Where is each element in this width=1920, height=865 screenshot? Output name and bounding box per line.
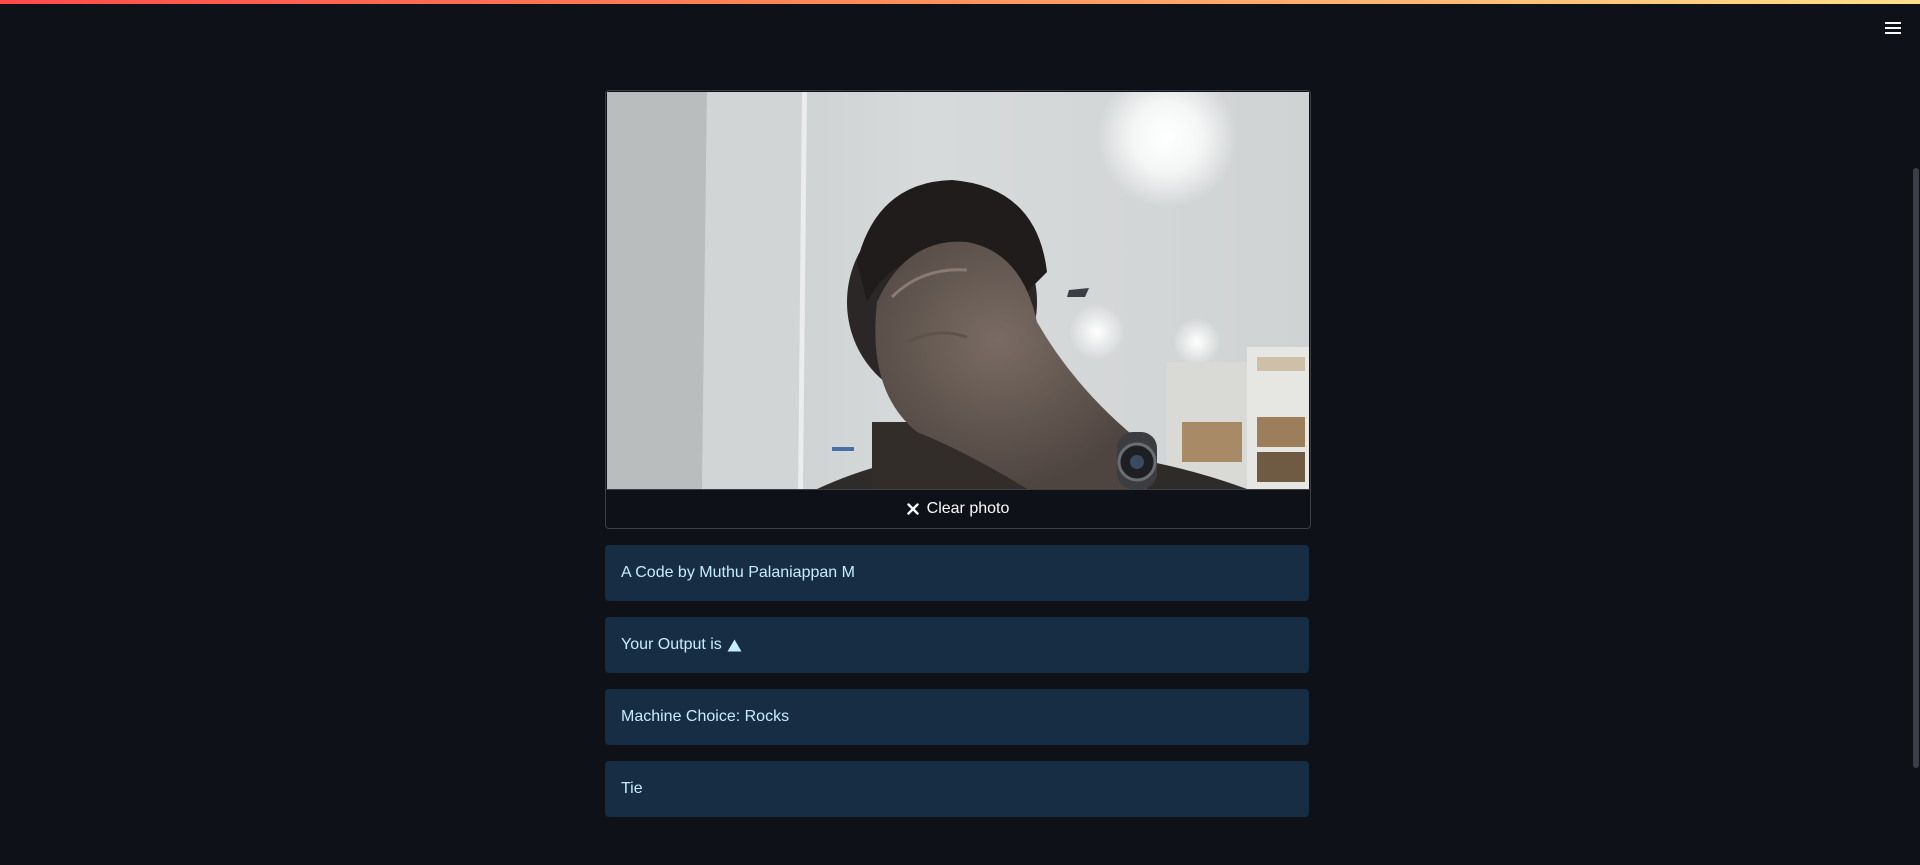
page-scrollbar[interactable] [1912, 0, 1920, 865]
triangle-up-icon [727, 639, 742, 651]
scrollbar-thumb[interactable] [1913, 168, 1919, 768]
output-text: Your Output is [621, 636, 722, 653]
author-text: A Code by Muthu Palaniappan M [621, 564, 855, 581]
info-message-machine-choice: Machine Choice: Rocks [605, 689, 1309, 745]
main-content: Clear photo A Code by Muthu Palaniappan … [605, 90, 1311, 817]
main-menu-button[interactable] [1878, 14, 1908, 42]
info-message-author: A Code by Muthu Palaniappan M [605, 545, 1309, 601]
camera-input: Clear photo [605, 90, 1311, 529]
close-icon [906, 503, 919, 515]
clear-photo-label: Clear photo [926, 500, 1010, 517]
hamburger-menu-icon [1885, 22, 1901, 34]
result-text: Tie [621, 780, 643, 797]
captured-photo [607, 92, 1309, 489]
machine-choice-text: Machine Choice: Rocks [621, 708, 790, 725]
clear-photo-button[interactable]: Clear photo [606, 489, 1310, 528]
info-message-output: Your Output is [605, 617, 1309, 673]
info-message-result: Tie [605, 761, 1309, 817]
top-decoration-stripe [0, 0, 1920, 4]
